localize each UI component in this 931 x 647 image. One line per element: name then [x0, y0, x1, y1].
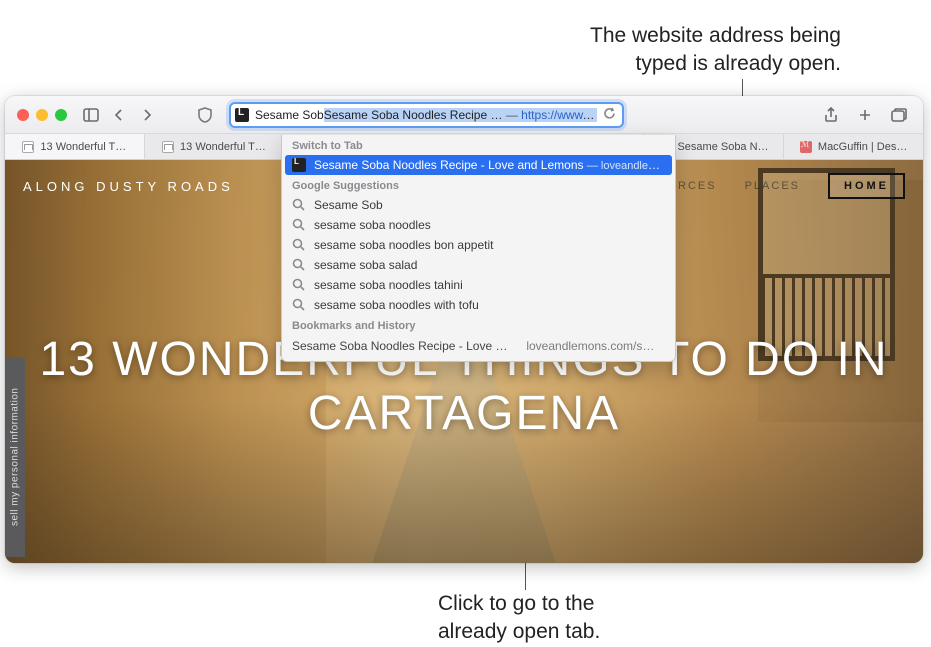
suggest-text: sesame soba noodles — [314, 218, 665, 232]
tab-favicon — [22, 141, 34, 153]
tab-overview-button[interactable] — [887, 104, 911, 126]
suggest-header-history: Bookmarks and History — [282, 315, 675, 335]
right-toolbar — [819, 104, 915, 126]
address-text[interactable]: Sesame SobSesame Soba Noodles Recipe … —… — [255, 108, 597, 122]
address-typed: Sesame Sob — [255, 108, 324, 122]
window-controls — [13, 109, 73, 121]
nav-places[interactable]: PLACES — [745, 180, 800, 192]
privacy-shield-icon[interactable] — [193, 104, 217, 126]
suggest-header-google: Google Suggestions — [282, 175, 675, 195]
suggest-switch-to-tab[interactable]: Sesame Soba Noodles Recipe - Love and Le… — [285, 155, 672, 175]
suggest-text: sesame soba noodles tahini — [314, 278, 665, 292]
suggest-text: sesame soba salad — [314, 258, 665, 272]
search-icon — [292, 258, 306, 272]
share-button[interactable] — [819, 104, 843, 126]
history-title: Sesame Soba Noodles Recipe - Love and Le… — [292, 339, 508, 353]
tab-favicon — [800, 141, 812, 153]
suggest-text: Sesame Sob — [314, 198, 665, 212]
new-tab-button[interactable] — [853, 104, 877, 126]
tab-label: Sesame Soba N… — [677, 141, 768, 153]
address-bar[interactable]: Sesame SobSesame Soba Noodles Recipe … —… — [229, 102, 624, 128]
site-menu: SOURCES PLACES HOME — [648, 173, 905, 199]
tab-favicon — [162, 141, 174, 153]
suggest-history-item[interactable]: Sesame Soba Noodles Recipe - Love and Le… — [282, 335, 675, 357]
forward-button[interactable] — [135, 104, 159, 126]
suggest-text: sesame soba noodles bon appetit — [314, 238, 665, 252]
window-close-button[interactable] — [17, 109, 29, 121]
tab-1[interactable]: 13 Wonderful T… — [145, 134, 285, 159]
suggest-google-4[interactable]: sesame soba noodles tahini — [282, 275, 675, 295]
tab-4[interactable]: MacGuffin | Des… — [784, 134, 923, 159]
address-autocomplete: Sesame Soba Noodles Recipe … — https://w… — [324, 108, 597, 122]
callout-top-line1: The website address being — [340, 22, 841, 50]
search-icon — [292, 298, 306, 312]
callout-bottom-line1: Click to go to the — [438, 590, 600, 618]
address-bar-container: Sesame SobSesame Soba Noodles Recipe … —… — [229, 102, 624, 128]
suggest-google-5[interactable]: sesame soba noodles with tofu — [282, 295, 675, 315]
titlebar: Sesame SobSesame Soba Noodles Recipe … —… — [5, 96, 923, 134]
search-icon — [292, 198, 306, 212]
sidebar-toggle-button[interactable] — [79, 104, 103, 126]
suggest-google-1[interactable]: sesame soba noodles — [282, 215, 675, 235]
safari-window: Sesame SobSesame Soba Noodles Recipe … —… — [5, 96, 923, 563]
search-icon — [292, 278, 306, 292]
address-favicon — [235, 108, 249, 122]
history-url: loveandlemons.com/s… — [526, 339, 665, 353]
tab-label: 13 Wonderful T… — [180, 141, 266, 153]
callout-top: The website address being typed is alrea… — [340, 22, 841, 79]
suggest-header-switch: Switch to Tab — [282, 135, 675, 155]
reload-button[interactable] — [603, 107, 616, 123]
suggest-google-0[interactable]: Sesame Sob — [282, 195, 675, 215]
headline-line2: CARTAGENA — [5, 387, 923, 441]
suggest-google-2[interactable]: sesame soba noodles bon appetit — [282, 235, 675, 255]
callout-bottom: Click to go to the already open tab. — [438, 590, 600, 647]
back-button[interactable] — [107, 104, 131, 126]
window-minimize-button[interactable] — [36, 109, 48, 121]
nav-home-button[interactable]: HOME — [828, 173, 905, 199]
callout-bottom-line2: already open tab. — [438, 618, 600, 646]
suggest-switch-title: Sesame Soba Noodles Recipe - Love and Le… — [314, 158, 665, 172]
search-icon — [292, 238, 306, 252]
callout-top-line2: typed is already open. — [340, 50, 841, 78]
window-fullscreen-button[interactable] — [55, 109, 67, 121]
tab-label: MacGuffin | Des… — [818, 141, 907, 153]
suggest-text: sesame soba noodles with tofu — [314, 298, 665, 312]
tab-label: 13 Wonderful T… — [40, 141, 126, 153]
search-icon — [292, 218, 306, 232]
left-toolbar — [79, 104, 159, 126]
suggest-google-3[interactable]: sesame soba salad — [282, 255, 675, 275]
privacy-side-tab[interactable]: sell my personal information — [5, 357, 25, 557]
tab-0[interactable]: 13 Wonderful T… — [5, 134, 145, 159]
address-suggestions-dropdown: Switch to Tab Sesame Soba Noodles Recipe… — [281, 135, 676, 362]
suggest-favicon — [292, 158, 306, 172]
